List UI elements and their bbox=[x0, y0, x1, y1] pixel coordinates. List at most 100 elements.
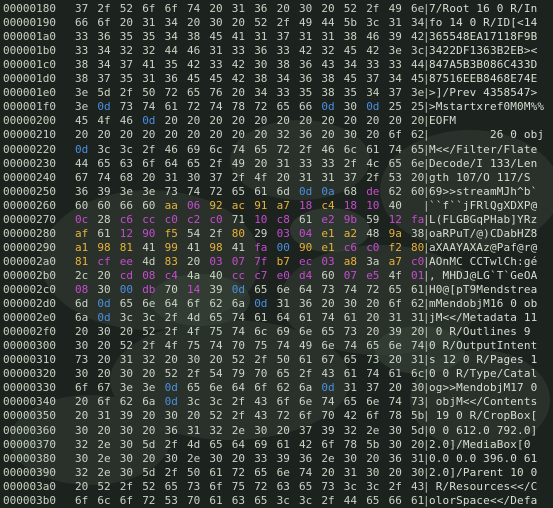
hex-byte: 20 bbox=[187, 254, 201, 268]
hex-byte: 06 bbox=[187, 198, 201, 212]
hex-row: 000003a0 20 52 2f 52 65 73 6f 75 72 63 65 73 3c 3c 2f 43… bbox=[0, 480, 553, 494]
hex-byte: 3c bbox=[276, 493, 290, 507]
hex-byte: 6f bbox=[187, 297, 201, 311]
hex-byte: 2f bbox=[299, 142, 313, 156]
hex-byte: 52 bbox=[231, 353, 246, 367]
hex-byte: 2e bbox=[97, 465, 111, 479]
hex-byte: 2f bbox=[209, 226, 223, 240]
row-offset: 00000210 bbox=[3, 128, 56, 142]
hex-byte: 65 bbox=[187, 86, 201, 100]
hex-byte: 32 bbox=[209, 423, 223, 437]
hex-byte: 65 bbox=[187, 381, 201, 395]
hex-byte: 65 bbox=[97, 156, 111, 170]
hex-byte: 30 bbox=[119, 367, 134, 381]
hex-byte: 0d bbox=[366, 100, 380, 114]
hex-byte: 5b bbox=[343, 16, 358, 30]
hex-byte: c6 bbox=[119, 212, 134, 226]
hex-byte: 3c bbox=[119, 311, 134, 325]
hex-byte: 6f bbox=[97, 395, 111, 409]
hex-byte: 03 bbox=[321, 254, 335, 268]
hex-byte: 0d bbox=[75, 142, 89, 156]
hex-byte: 0d bbox=[142, 114, 156, 128]
hex-byte: 5d bbox=[142, 465, 156, 479]
hex-byte: 0d bbox=[97, 100, 111, 114]
hex-byte: 73 bbox=[119, 100, 134, 114]
hex-byte: c0 bbox=[164, 212, 178, 226]
hex-row: 00000270 0c 28 c6 cc c0 c2 c0 71 10 c8 61 e2 9b 59 12 fa… bbox=[0, 213, 553, 227]
hex-byte: 40 bbox=[209, 268, 223, 282]
row-offset: 00000350 bbox=[3, 409, 56, 423]
hex-byte: 30 bbox=[343, 451, 358, 465]
hex-byte: 65 bbox=[254, 465, 268, 479]
hex-byte: 33 bbox=[299, 156, 313, 170]
hex-row: 00000340 20 6f 62 6a 0d 3c 3c 2f 43 6f 6e 74 65 6e 74 73… bbox=[0, 395, 553, 409]
hex-byte: c4 bbox=[321, 198, 335, 212]
hex-byte: 74 bbox=[231, 311, 246, 325]
hex-byte: de bbox=[366, 184, 380, 198]
ascii-column: AOnMC CCTwlCh:gé bbox=[429, 254, 538, 268]
row-offset: 000001a0 bbox=[3, 30, 56, 44]
hex-row: 000001a0 33 36 35 35 34 38 45 41 31 37 31 31 38 46 39 42… bbox=[0, 30, 553, 44]
hex-byte: 32 bbox=[321, 44, 335, 58]
hex-byte: 36 bbox=[388, 451, 402, 465]
hex-byte: 65 bbox=[254, 283, 268, 296]
hex-byte: 73 bbox=[321, 479, 335, 493]
hex-byte: 20 bbox=[231, 451, 246, 465]
hex-byte: 6f bbox=[388, 128, 402, 142]
hex-byte: 34 bbox=[388, 72, 402, 86]
hex-byte: 6f bbox=[75, 381, 89, 395]
hex-byte: 37 bbox=[366, 72, 380, 86]
hex-byte: 64 bbox=[231, 437, 246, 451]
hex-byte: 31 bbox=[388, 311, 402, 325]
hex-byte: 30 bbox=[119, 437, 134, 451]
hex-byte: a7 bbox=[388, 254, 402, 268]
hex-byte: 6a bbox=[231, 297, 246, 311]
hex-byte: 3e bbox=[142, 184, 156, 198]
hex-byte: 65 bbox=[209, 311, 223, 325]
hex-byte: 5b bbox=[366, 437, 380, 451]
hex-byte: 74 bbox=[388, 395, 402, 409]
hex-byte: 12 bbox=[119, 226, 134, 240]
hex-byte: 61 bbox=[276, 437, 290, 451]
hex-byte: 73 bbox=[187, 479, 201, 493]
hex-byte: 42 bbox=[231, 72, 246, 86]
hex-byte: 41 bbox=[187, 240, 201, 254]
hex-byte: 4f bbox=[187, 325, 201, 339]
hex-byte: 42 bbox=[299, 437, 313, 451]
hex-byte: 34 bbox=[164, 16, 178, 30]
hex-byte: 30 bbox=[119, 465, 134, 479]
hex-byte: e0 bbox=[276, 268, 290, 282]
hex-byte: 37 bbox=[209, 170, 223, 184]
hex-byte: 6f bbox=[142, 156, 156, 170]
hex-byte: 28 bbox=[97, 212, 111, 226]
hex-byte: 74 bbox=[321, 395, 335, 409]
hex-byte: 66 bbox=[75, 16, 89, 30]
hex-byte: a1 bbox=[75, 240, 89, 254]
hex-byte: 44 bbox=[75, 156, 89, 170]
hex-byte: 64 bbox=[231, 381, 246, 395]
hex-byte: 33 bbox=[388, 58, 402, 72]
hex-byte: 6f bbox=[299, 409, 313, 423]
hex-byte: 31 bbox=[142, 72, 156, 86]
hex-byte: 30 bbox=[254, 423, 268, 437]
hex-dump-terminal[interactable]: 00000180 37 2f 52 6f 6f 74 20 31 36 20 30 20 52 2f 49 6e… bbox=[0, 0, 553, 507]
hex-byte: 61 bbox=[97, 226, 111, 240]
hex-byte: 0a bbox=[321, 184, 335, 198]
hex-byte: 38 bbox=[187, 30, 201, 44]
hex-byte: 60 bbox=[75, 198, 89, 212]
hex-byte: 34 bbox=[366, 86, 380, 100]
hex-byte: 2f bbox=[164, 437, 178, 451]
hex-byte: 0d bbox=[321, 381, 335, 395]
hex-byte: 31 bbox=[276, 156, 290, 170]
hex-byte: 2f bbox=[97, 2, 111, 15]
hex-byte: 9a bbox=[388, 226, 402, 240]
hex-byte: 38 bbox=[75, 72, 89, 86]
hex-byte: 36 bbox=[299, 72, 313, 86]
hex-byte: 66 bbox=[299, 100, 313, 114]
hex-byte: 74 bbox=[299, 465, 313, 479]
hex-byte: 68 bbox=[343, 184, 358, 198]
ascii-column: H0@[pT9Mendstrea bbox=[429, 283, 538, 296]
hex-byte: 36 bbox=[164, 423, 178, 437]
hex-byte: 90 bbox=[142, 226, 156, 240]
ascii-column: 847A5B3B086C433D bbox=[429, 58, 538, 72]
